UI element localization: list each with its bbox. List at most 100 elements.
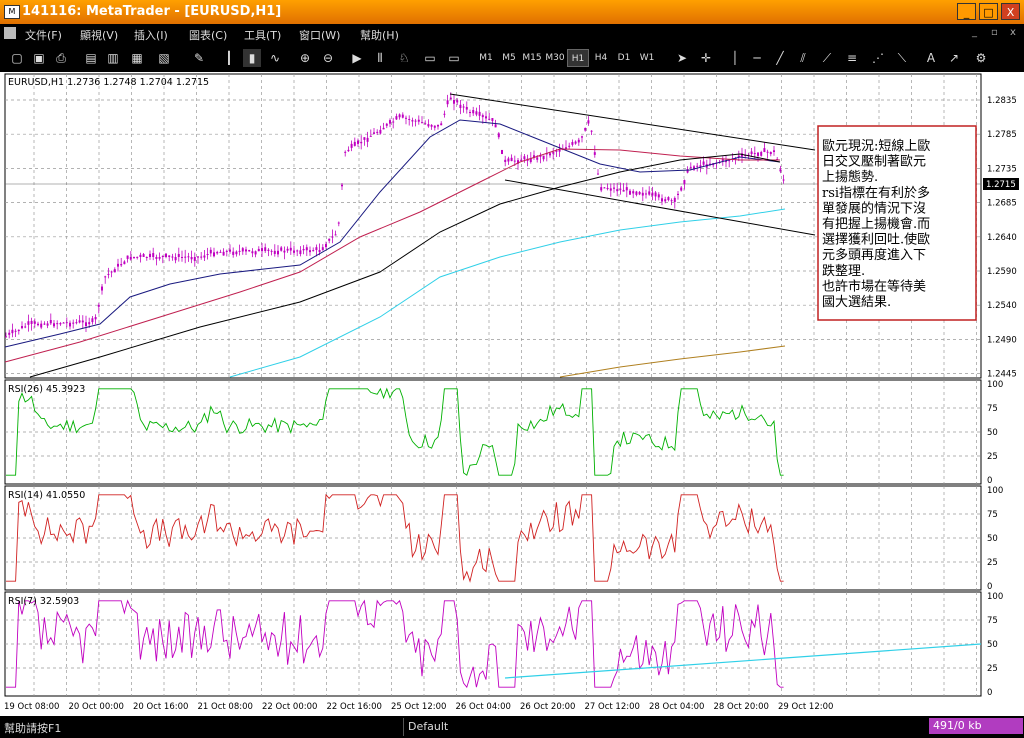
- rsi-level-label: 100: [987, 380, 1003, 390]
- candle-body: [558, 149, 561, 152]
- annotation-line: 也許市場在等待美: [822, 278, 926, 294]
- candle-body: [94, 317, 97, 320]
- menu-chart[interactable]: 圖表(C): [189, 27, 227, 43]
- candlestick-icon[interactable]: ▮: [243, 49, 261, 67]
- timeframe-h1[interactable]: H1: [567, 49, 589, 67]
- timeframe-m30[interactable]: M30: [544, 49, 566, 67]
- candle-body: [254, 251, 257, 255]
- data-window-icon[interactable]: ▥: [104, 49, 122, 67]
- candle-body: [133, 256, 135, 258]
- period-icon[interactable]: ▭: [421, 49, 439, 67]
- status-help-text: 幫助請按F1: [4, 722, 62, 735]
- menu-file[interactable]: 文件(F): [25, 27, 62, 43]
- candle-body: [449, 97, 452, 100]
- rsi26-label: RSI(26) 45.3923: [8, 384, 85, 395]
- candle-body: [664, 199, 667, 202]
- channel-icon[interactable]: ⫽: [794, 49, 812, 67]
- mdi-close-button[interactable]: x: [1010, 27, 1016, 38]
- candle-body: [757, 152, 759, 156]
- candle-body: [40, 323, 43, 328]
- timeframe-m5[interactable]: M5: [498, 49, 520, 67]
- settings-icon[interactable]: ⚙: [972, 49, 990, 67]
- status-kb: 491/0 kb: [929, 718, 1023, 734]
- gann-fan-icon[interactable]: ⟋: [818, 49, 836, 67]
- candle-body: [62, 322, 65, 324]
- candle-body: [14, 330, 17, 332]
- price-tick-label: 1.2835: [987, 96, 1017, 106]
- chart-area[interactable]: 歐元現況:短線上歐日交叉壓制著歐元上揚態勢. rsi指標在有利於多單發展的情況下…: [0, 72, 1024, 716]
- chart-shift-icon[interactable]: ⫴: [371, 49, 389, 67]
- candle-body: [331, 236, 334, 238]
- zoom-out-icon[interactable]: ⊖: [319, 49, 337, 67]
- candle-body: [104, 276, 107, 278]
- cursor-icon[interactable]: ➤: [673, 49, 691, 67]
- indicators-icon[interactable]: ♘: [395, 49, 413, 67]
- candle-body: [437, 124, 439, 127]
- annotation-line: 選擇獲利回吐.使歐: [822, 232, 930, 248]
- rsi-level-label: 100: [987, 592, 1003, 602]
- fibo-fan-icon[interactable]: ⋰: [869, 49, 887, 67]
- menu-insert[interactable]: 插入(I): [134, 27, 168, 43]
- status-divider: [403, 718, 404, 736]
- time-tick-label: 27 Oct 12:00: [585, 702, 640, 712]
- text-icon[interactable]: A: [922, 49, 940, 67]
- horizontal-line-icon[interactable]: ─: [748, 49, 766, 67]
- candle-body: [629, 190, 631, 195]
- candle-body: [56, 323, 59, 325]
- candle-body: [321, 247, 324, 251]
- price-tick-label: 1.2735: [987, 164, 1017, 174]
- save-icon[interactable]: ▣: [30, 49, 48, 67]
- menu-view[interactable]: 顯視(V): [80, 27, 118, 43]
- line-chart-icon[interactable]: ∿: [266, 49, 284, 67]
- menu-help[interactable]: 幫助(H): [360, 27, 399, 43]
- document-icon[interactable]: [4, 27, 16, 39]
- trendline-icon[interactable]: ╱: [771, 49, 789, 67]
- mdi-restore-button[interactable]: ▫: [991, 27, 998, 38]
- print-icon[interactable]: ⎙: [52, 49, 70, 67]
- candle-body: [392, 121, 395, 123]
- mdi-minimize-button[interactable]: _: [972, 27, 977, 38]
- candle-body: [398, 114, 401, 118]
- close-button[interactable]: X: [1001, 3, 1020, 20]
- new-chart-icon[interactable]: ▢: [8, 49, 26, 67]
- timeframe-h4[interactable]: H4: [590, 49, 612, 67]
- candle-body: [123, 261, 126, 265]
- terminal-icon[interactable]: ▧: [155, 49, 173, 67]
- timeframe-m1[interactable]: M1: [475, 49, 497, 67]
- maximize-button[interactable]: □: [979, 3, 998, 20]
- timeframe-m15[interactable]: M15: [521, 49, 543, 67]
- price-tick-label: 1.2445: [987, 370, 1017, 380]
- menu-window[interactable]: 窗口(W): [299, 27, 340, 43]
- menu-tools[interactable]: 工具(T): [244, 27, 281, 43]
- time-tick-label: 28 Oct 20:00: [714, 702, 769, 712]
- bar-chart-icon[interactable]: ┃: [220, 49, 238, 67]
- crosshair-icon[interactable]: ✛: [697, 49, 715, 67]
- arrow-icon[interactable]: ↗: [945, 49, 963, 67]
- templates-icon[interactable]: ▭: [445, 49, 463, 67]
- candle-body: [213, 252, 215, 257]
- candle-body: [187, 256, 190, 258]
- candle-body: [497, 133, 500, 138]
- fibonacci-icon[interactable]: ≡: [843, 49, 861, 67]
- zoom-in-icon[interactable]: ⊕: [296, 49, 314, 67]
- candle-body: [149, 253, 151, 257]
- rsi-level-label: 50: [987, 640, 998, 650]
- candle-body: [21, 326, 23, 329]
- candle-body: [363, 137, 366, 140]
- navigator-icon[interactable]: ▦: [128, 49, 146, 67]
- auto-scroll-icon[interactable]: ▶: [348, 49, 366, 67]
- candle-body: [289, 247, 292, 251]
- candle-body: [81, 320, 84, 323]
- candle-body: [177, 253, 180, 257]
- gann-line-icon[interactable]: ⟍: [893, 49, 911, 67]
- timeframe-w1[interactable]: W1: [636, 49, 658, 67]
- candle-body: [11, 329, 14, 334]
- timeframe-d1[interactable]: D1: [613, 49, 635, 67]
- expert-advisor-icon[interactable]: ✎: [190, 49, 208, 67]
- candle-body: [120, 264, 123, 266]
- minimize-button[interactable]: _: [957, 3, 976, 20]
- market-watch-icon[interactable]: ▤: [82, 49, 100, 67]
- candle-body: [395, 116, 398, 120]
- price-tick-label: 1.2540: [987, 301, 1017, 311]
- vertical-line-icon[interactable]: │: [726, 49, 744, 67]
